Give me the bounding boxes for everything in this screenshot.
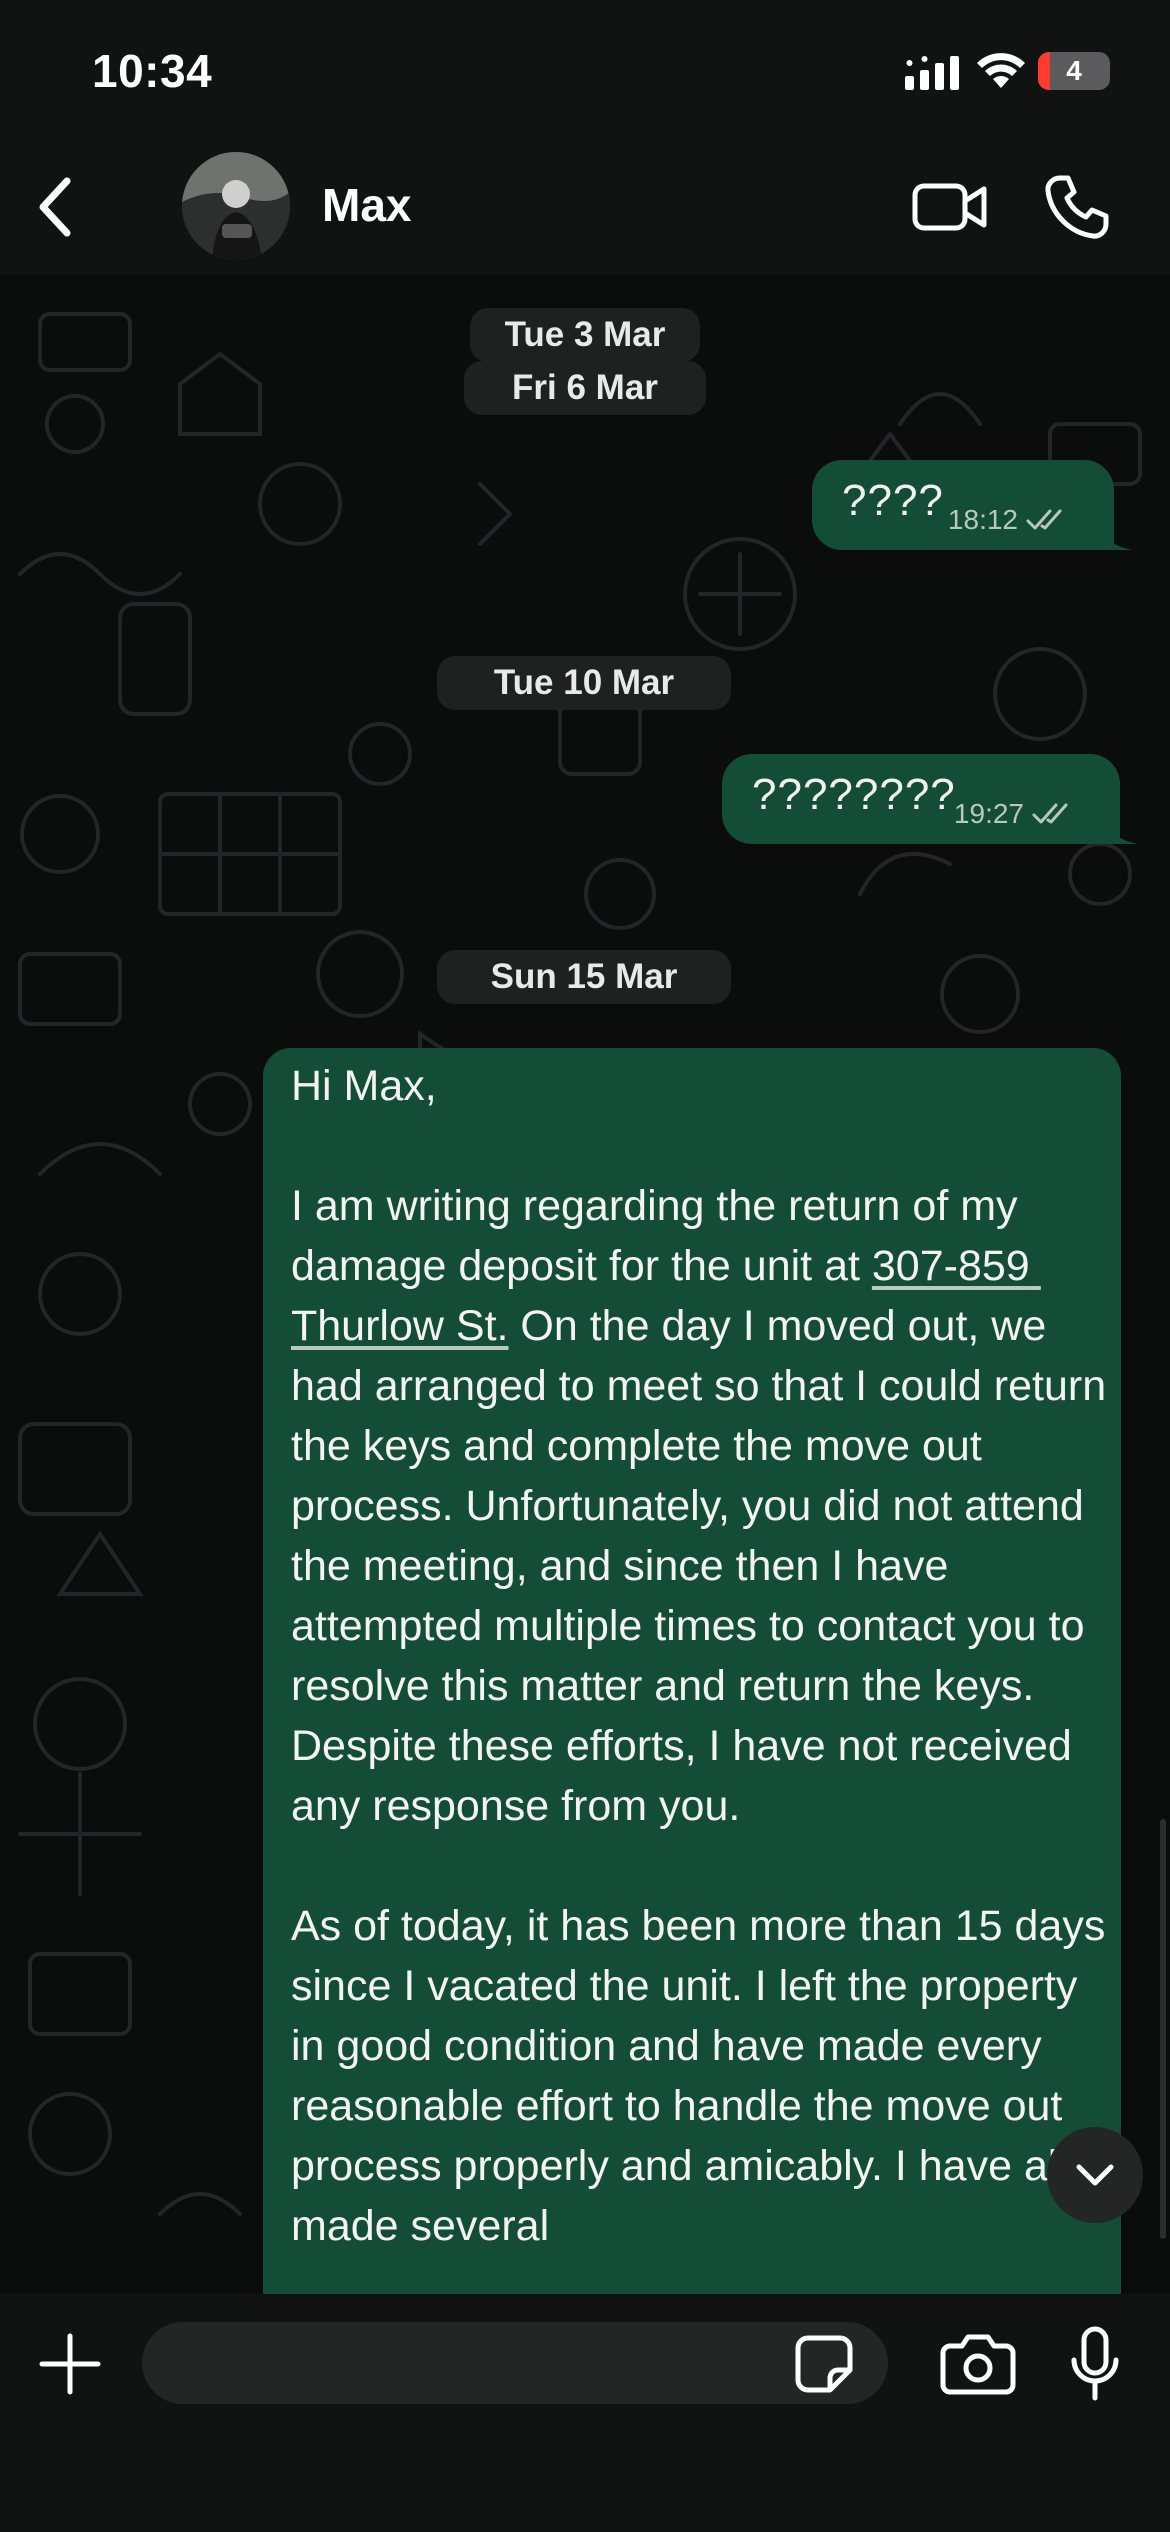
scroll-to-bottom-button[interactable] xyxy=(1047,2127,1143,2223)
video-call-button[interactable] xyxy=(910,174,990,240)
chevron-left-icon xyxy=(39,177,71,237)
bubble-tail xyxy=(1092,520,1132,550)
scroll-indicator[interactable] xyxy=(1160,1819,1166,2239)
message-bubble-outgoing[interactable]: ???? 18:12 xyxy=(812,460,1132,550)
message-paragraph: As of today, it has been more than 15 da… xyxy=(291,1902,1106,2250)
chevron-down-icon xyxy=(1076,2164,1114,2186)
attach-button[interactable] xyxy=(34,2328,106,2400)
voice-call-button[interactable] xyxy=(1040,170,1114,244)
plus-icon xyxy=(39,2333,101,2395)
message-bubble-outgoing-long[interactable]: Hi Max, I am writing regarding the retur… xyxy=(263,1048,1121,2294)
video-call-icon xyxy=(912,183,987,231)
double-check-icon xyxy=(1026,509,1062,530)
date-separator: Tue 10 Mar xyxy=(437,656,731,710)
phone-icon xyxy=(1045,175,1109,239)
message-meta: 19:27 xyxy=(954,798,1074,830)
sticker-icon xyxy=(795,2335,853,2393)
avatar-image xyxy=(182,152,290,260)
battery-icon: 4 xyxy=(1038,52,1110,90)
wifi-icon xyxy=(977,53,1025,88)
message-meta: 18:12 xyxy=(948,504,1068,536)
avatar[interactable] xyxy=(182,152,290,260)
date-separator: Sun 15 Mar xyxy=(437,950,731,1004)
message-paragraph: On the day I moved out, we had arranged … xyxy=(291,1302,1119,1830)
double-check-icon xyxy=(1032,803,1068,824)
message-greeting: Hi Max, xyxy=(291,1062,437,1110)
date-separator: Fri 6 Mar xyxy=(464,361,706,415)
contact-name[interactable]: Max xyxy=(322,178,411,232)
chat-header: Max xyxy=(0,140,1170,274)
microphone-button[interactable] xyxy=(1060,2324,1130,2404)
message-time: 19:27 xyxy=(953,798,1024,829)
message-composer xyxy=(0,2294,1170,2532)
date-separator: Tue 3 Mar xyxy=(470,308,700,362)
back-button[interactable] xyxy=(20,170,90,244)
message-text: ???????? xyxy=(752,770,956,819)
sticker-button[interactable] xyxy=(792,2332,856,2396)
message-text: Hi Max, I am writing regarding the retur… xyxy=(291,1056,1111,2256)
camera-button[interactable] xyxy=(936,2328,1020,2400)
status-time: 10:34 xyxy=(92,45,213,97)
signal-icon xyxy=(905,56,959,90)
message-bubble-outgoing[interactable]: ???????? 19:27 xyxy=(722,754,1138,844)
microphone-icon xyxy=(1071,2326,1119,2401)
message-input[interactable] xyxy=(142,2322,888,2404)
message-text: ???? xyxy=(842,476,944,525)
status-bar: 10:34 4 xyxy=(0,0,1170,140)
message-time: 18:12 xyxy=(947,504,1018,535)
battery-level: 4 xyxy=(1066,55,1082,86)
chat-area[interactable]: Tue 3 Mar Fri 6 Mar ???? 18:12 Tue 10 Ma… xyxy=(0,274,1170,2294)
bubble-tail xyxy=(1098,814,1138,844)
camera-icon xyxy=(940,2334,1016,2395)
